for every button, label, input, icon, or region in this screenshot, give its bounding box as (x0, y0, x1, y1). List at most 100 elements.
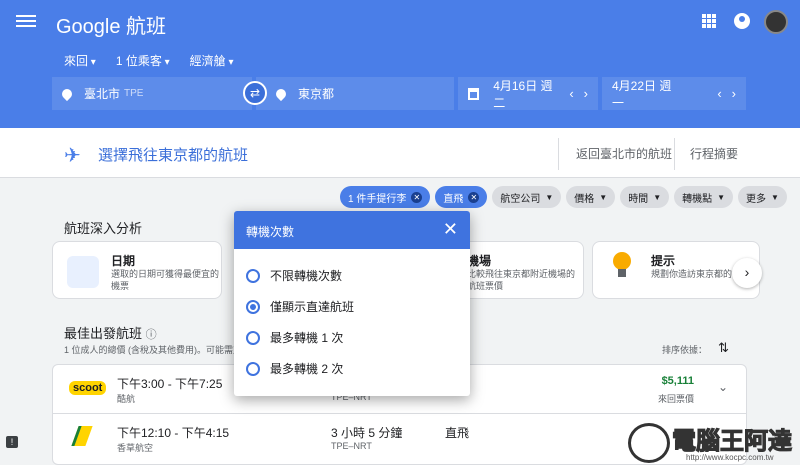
chip-nonstop[interactable]: 直飛 ✕ (435, 186, 488, 208)
flight-price: $5,111 (661, 375, 694, 387)
flight-price-note: 來回票價 (657, 394, 694, 404)
radio-button-selected[interactable] (246, 299, 260, 314)
filter-chips: 1 件手提行李 ✕ 直飛 ✕ 航空公司 ▼ 價格 ▼ 時間 ▼ 轉機點 ▼ 更多 ▼ (340, 186, 787, 208)
flight-route: TPE–NRT (331, 441, 372, 451)
flight-duration: 3 小時 5 分鐘 (331, 426, 403, 440)
flight-airline: 酷航 (117, 394, 136, 404)
close-icon[interactable]: ✕ (443, 219, 458, 240)
google-flights-logo[interactable]: Google 航班 (56, 10, 166, 39)
option-any-stops[interactable]: 不限轉機次數 (246, 267, 342, 284)
dropdown-arrow-icon: ▼ (545, 192, 554, 202)
flight-stops: 直飛 (445, 426, 470, 440)
radio-button[interactable] (246, 330, 260, 345)
chip-connecting-airports[interactable]: 轉機點 ▼ (674, 186, 734, 208)
chip-label: 時間 (628, 193, 649, 205)
departure-plane-icon: ✈ (64, 145, 81, 167)
return-date-field[interactable]: 4月22日 週一 ‹› (602, 77, 746, 110)
scoot-logo: scoot (69, 381, 107, 395)
info-icon: ⓘ (145, 329, 157, 341)
option-label: 僅顯示直達航班 (270, 300, 355, 314)
calendar-icon (468, 87, 480, 100)
mascot-logo (628, 423, 670, 463)
card-title: 提示 (651, 254, 676, 268)
vanilla-air-logo (71, 426, 93, 446)
clear-icon[interactable]: ✕ (468, 191, 480, 203)
chevron-right-icon[interactable]: › (732, 258, 762, 288)
chip-price[interactable]: 價格 ▼ (566, 186, 616, 208)
best-flights-title: 最佳出發航班 ⓘ (64, 326, 157, 341)
trip-type-dropdown[interactable]: 來回 (64, 52, 96, 69)
location-pin-icon (273, 86, 289, 101)
avatar[interactable] (764, 10, 788, 34)
radio-button[interactable] (246, 268, 260, 283)
watermark-brand: 電腦王阿達 (672, 427, 793, 456)
depart-date-value: 4月16日 週二 (493, 78, 553, 110)
card-desc: 規劃你造訪東京都的行 (651, 269, 742, 279)
date-stepper-icon[interactable]: ‹› (569, 86, 598, 101)
origin-code: TPE (124, 88, 144, 99)
lightbulb-icon (611, 252, 633, 280)
dropdown-arrow-icon: ▼ (717, 192, 726, 202)
apps-grid-icon[interactable] (702, 14, 716, 28)
chip-label: 1 件手提行李 (348, 193, 407, 205)
expand-chevron-icon[interactable]: ⌄ (718, 380, 728, 394)
dropdown-arrow-icon: ▼ (771, 192, 779, 202)
account-icon[interactable] (734, 13, 750, 29)
radio-button[interactable] (246, 361, 260, 376)
trip-options: 來回 1 位乘客 經濟艙 (64, 52, 233, 69)
return-date-value: 4月22日 週一 (612, 78, 672, 110)
insights-title: 航班深入分析 (64, 221, 143, 236)
option-one-stop[interactable]: 最多轉機 1 次 (246, 329, 343, 346)
watermark: 電腦王阿達 http://www.kocpc.com.tw (628, 415, 800, 465)
option-label: 最多轉機 2 次 (270, 362, 344, 376)
menu-icon[interactable] (16, 12, 36, 32)
origin-field[interactable]: 臺北市 TPE (52, 77, 252, 110)
search-row: 臺北市 TPE ⇄ 東京都 4月16日 週二 ‹› 4月22日 週一 ‹› (52, 77, 746, 110)
cabin-class-dropdown[interactable]: 經濟艙 (190, 52, 234, 69)
depart-date-field[interactable]: 4月16日 週二 ‹› (458, 77, 598, 110)
chip-carry-on[interactable]: 1 件手提行李 ✕ (340, 186, 431, 208)
flight-airline: 香草航空 (117, 443, 154, 453)
chip-label: 航空公司 (500, 193, 541, 205)
flight-time: 下午12:10 - 下午4:15 (117, 426, 230, 440)
chip-label: 更多 (746, 193, 767, 205)
dropdown-arrow-icon: ▼ (653, 192, 662, 202)
option-nonstop-only[interactable]: 僅顯示直達航班 (246, 298, 354, 315)
option-label: 最多轉機 1 次 (270, 331, 344, 345)
flight-time: 下午3:00 - 下午7:25 (117, 377, 223, 391)
feedback-icon[interactable]: ! (6, 436, 18, 448)
swap-icon[interactable]: ⇄ (243, 81, 267, 105)
sort-label: 排序依據： (662, 345, 708, 355)
passengers-dropdown[interactable]: 1 位乘客 (116, 52, 170, 69)
watermark-url: http://www.kocpc.com.tw (686, 453, 774, 462)
step-header: ✈ 選擇飛往東京都的航班 返回臺北市的航班 行程摘要 (0, 128, 800, 178)
date-stepper-icon[interactable]: ‹› (717, 86, 746, 101)
chip-airlines[interactable]: 航空公司 ▼ (492, 186, 562, 208)
insight-card-dates[interactable]: 日期 選取的日期可獲得最便宜的 機票 (52, 241, 222, 299)
chip-label: 轉機點 (682, 193, 713, 205)
card-desc: 比較飛往東京都附近機場的 航班票價 (467, 269, 576, 291)
chip-label: 直飛 (443, 193, 464, 205)
chip-more[interactable]: 更多 ▼ (738, 186, 787, 208)
top-app-bar: Google 航班 來回 1 位乘客 經濟艙 臺北市 TPE ⇄ 東京都 4月1… (0, 0, 800, 128)
divider (674, 138, 675, 170)
dialog-header: 轉機次數 ✕ (234, 211, 470, 249)
destination-value: 東京都 (298, 87, 335, 101)
crumb-return-flights[interactable]: 返回臺北市的航班 (576, 145, 672, 162)
card-title: 機場 (467, 254, 492, 268)
destination-field[interactable]: 東京都 (256, 77, 454, 110)
dialog-title: 轉機次數 (246, 225, 295, 239)
price-note: 1 位成人的總價 (含稅及其他費用)。可能需支 (64, 345, 243, 355)
card-desc: 選取的日期可獲得最便宜的 機票 (111, 269, 220, 291)
location-pin-icon (59, 86, 75, 101)
divider (558, 138, 559, 170)
calendar-icon (67, 256, 99, 288)
crumb-trip-summary[interactable]: 行程摘要 (690, 145, 738, 162)
origin-value: 臺北市 (84, 87, 121, 101)
dropdown-arrow-icon: ▼ (599, 192, 608, 202)
option-two-stops[interactable]: 最多轉機 2 次 (246, 360, 343, 377)
chip-time[interactable]: 時間 ▼ (620, 186, 670, 208)
stops-dialog: 轉機次數 ✕ 不限轉機次數 僅顯示直達航班 最多轉機 1 次 最多轉機 2 次 (234, 211, 470, 396)
clear-icon[interactable]: ✕ (411, 191, 423, 203)
sort-icon[interactable]: ⇅ (718, 340, 729, 356)
